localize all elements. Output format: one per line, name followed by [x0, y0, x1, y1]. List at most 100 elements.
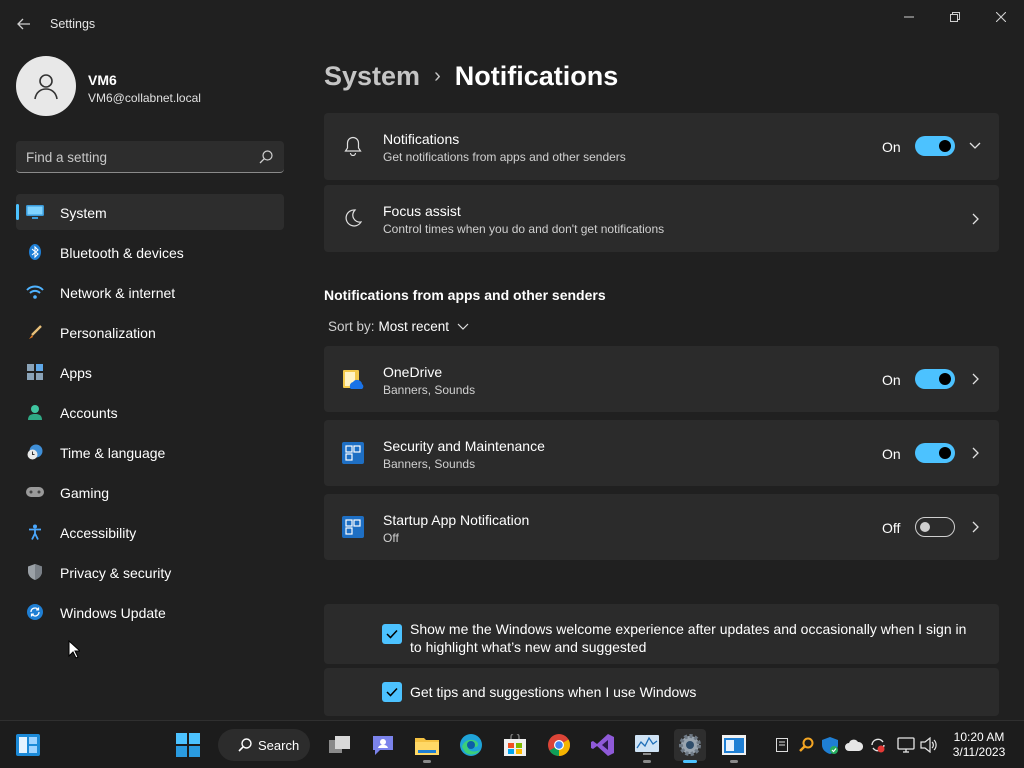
window-app-icon [722, 735, 746, 755]
tips-option[interactable]: Get tips and suggestions when I use Wind… [324, 668, 999, 716]
focus-assist-card[interactable]: Focus assist Control times when you do a… [324, 185, 999, 252]
onedrive-cloud-icon[interactable] [845, 736, 863, 754]
close-icon [996, 12, 1006, 22]
person-icon [26, 404, 44, 420]
settings-search[interactable] [16, 141, 284, 173]
store-button[interactable] [499, 729, 531, 761]
welcome-experience-option[interactable]: Show me the Windows welcome experience a… [324, 604, 999, 664]
sort-label: Sort by: [328, 319, 375, 334]
sidebar-item-time-language[interactable]: Time & language [16, 434, 284, 470]
chevron-right-icon: › [434, 64, 441, 87]
teams-chat-button[interactable] [367, 729, 399, 761]
chrome-icon [548, 734, 570, 756]
remote-desktop-button[interactable] [718, 729, 750, 763]
clock-time: 10:20 AM [953, 730, 1005, 744]
notifications-state: On [882, 139, 901, 155]
app-detail: Banners, Sounds [383, 383, 476, 397]
notifications-toggle[interactable] [915, 136, 955, 156]
taskbar-search[interactable]: Search [218, 729, 310, 761]
app-card-security-maintenance[interactable]: Security and Maintenance Banners, Sounds… [324, 420, 999, 486]
app-toggle[interactable] [915, 443, 955, 463]
sidebar-item-apps[interactable]: Apps [16, 354, 284, 390]
minimize-button[interactable] [886, 4, 932, 30]
sort-dropdown[interactable]: Sort by: Most recent [328, 319, 469, 334]
checkmark-icon [386, 687, 398, 697]
sidebar-item-label: Privacy & security [60, 565, 172, 581]
welcome-checkbox[interactable] [382, 624, 402, 644]
back-button[interactable] [10, 10, 38, 38]
sidebar-item-label: Gaming [60, 485, 110, 501]
restore-icon [950, 12, 960, 22]
sidebar-item-network[interactable]: Network & internet [16, 274, 284, 310]
chevron-right-icon [969, 372, 983, 386]
page-title: Notifications [454, 60, 619, 91]
person-icon [34, 74, 58, 100]
chevron-down-icon [457, 323, 469, 330]
widgets-button[interactable] [12, 729, 44, 761]
widgets-icon [16, 734, 40, 756]
sidebar-item-gaming[interactable]: Gaming [16, 474, 284, 510]
sidebar-item-accounts[interactable]: Accounts [16, 394, 284, 430]
sidebar-item-accessibility[interactable]: Accessibility [16, 514, 284, 550]
chevron-right-icon [969, 446, 983, 460]
close-button[interactable] [978, 4, 1024, 30]
magnifier-tray-icon[interactable] [797, 736, 815, 754]
app-card-onedrive[interactable]: OneDrive Banners, Sounds On [324, 346, 999, 412]
title-bar: Settings [0, 0, 1024, 48]
visual-studio-button[interactable] [587, 729, 619, 761]
search-input[interactable] [26, 148, 246, 166]
sidebar-item-label: Time & language [60, 445, 166, 461]
back-arrow-icon [17, 18, 30, 30]
restore-button[interactable] [932, 4, 978, 30]
focus-assist-title: Focus assist [383, 203, 461, 219]
app-toggle[interactable] [915, 517, 955, 537]
app-toggle[interactable] [915, 369, 955, 389]
chrome-button[interactable] [543, 729, 575, 761]
breadcrumb-parent[interactable]: System [324, 61, 420, 92]
start-button[interactable] [172, 729, 204, 761]
file-explorer-button[interactable] [411, 729, 443, 763]
running-indicator [730, 760, 738, 763]
onedrive-icon [342, 368, 364, 390]
app-detail: Banners, Sounds [383, 457, 476, 471]
search-icon[interactable] [258, 149, 274, 165]
sidebar-item-label: Accounts [60, 405, 118, 421]
defender-shield-icon[interactable] [821, 736, 839, 754]
performance-monitor-button[interactable] [631, 729, 663, 763]
avatar [16, 56, 76, 116]
chevron-down-icon[interactable] [968, 139, 982, 153]
senders-heading: Notifications from apps and other sender… [324, 287, 606, 303]
sidebar-item-system[interactable]: System [16, 194, 284, 230]
sidebar-item-bluetooth[interactable]: Bluetooth & devices [16, 234, 284, 270]
app-name: Startup App Notification [383, 512, 530, 528]
app-card-startup-app[interactable]: Startup App Notification Off Off [324, 494, 999, 560]
sidebar-item-windows-update[interactable]: Windows Update [16, 594, 284, 630]
apps-icon [26, 364, 44, 380]
edge-button[interactable] [455, 729, 487, 761]
app-state: Off [882, 520, 901, 536]
profile-email: VM6@collabnet.local [88, 91, 201, 105]
security-maintenance-icon [342, 442, 364, 464]
store-icon [504, 734, 526, 756]
clock-globe-icon [26, 444, 44, 460]
sidebar-item-personalization[interactable]: Personalization [16, 314, 284, 350]
welcome-option-label: Show me the Windows welcome experience a… [410, 621, 967, 655]
tips-option-label: Get tips and suggestions when I use Wind… [410, 684, 697, 700]
volume-icon[interactable] [920, 736, 938, 754]
gamepad-icon [26, 484, 44, 500]
taskbar-clock[interactable]: 10:20 AM 3/11/2023 [946, 730, 1012, 760]
app-state: On [882, 372, 901, 388]
sync-tray-icon[interactable] [869, 736, 887, 754]
settings-app-button[interactable] [674, 729, 706, 763]
sidebar-item-privacy[interactable]: Privacy & security [16, 554, 284, 590]
notifications-card[interactable]: Notifications Get notifications from app… [324, 113, 999, 180]
app-state: On [882, 446, 901, 462]
user-profile[interactable]: VM6 VM6@collabnet.local [16, 56, 286, 118]
task-view-button[interactable] [324, 729, 356, 761]
breadcrumb: System › Notifications [324, 58, 618, 94]
running-indicator [423, 760, 431, 763]
tips-checkbox[interactable] [382, 682, 402, 702]
sidebar-item-label: Accessibility [60, 525, 137, 541]
network-monitor-icon[interactable] [897, 736, 915, 754]
notepad-tray-icon[interactable] [773, 736, 791, 754]
